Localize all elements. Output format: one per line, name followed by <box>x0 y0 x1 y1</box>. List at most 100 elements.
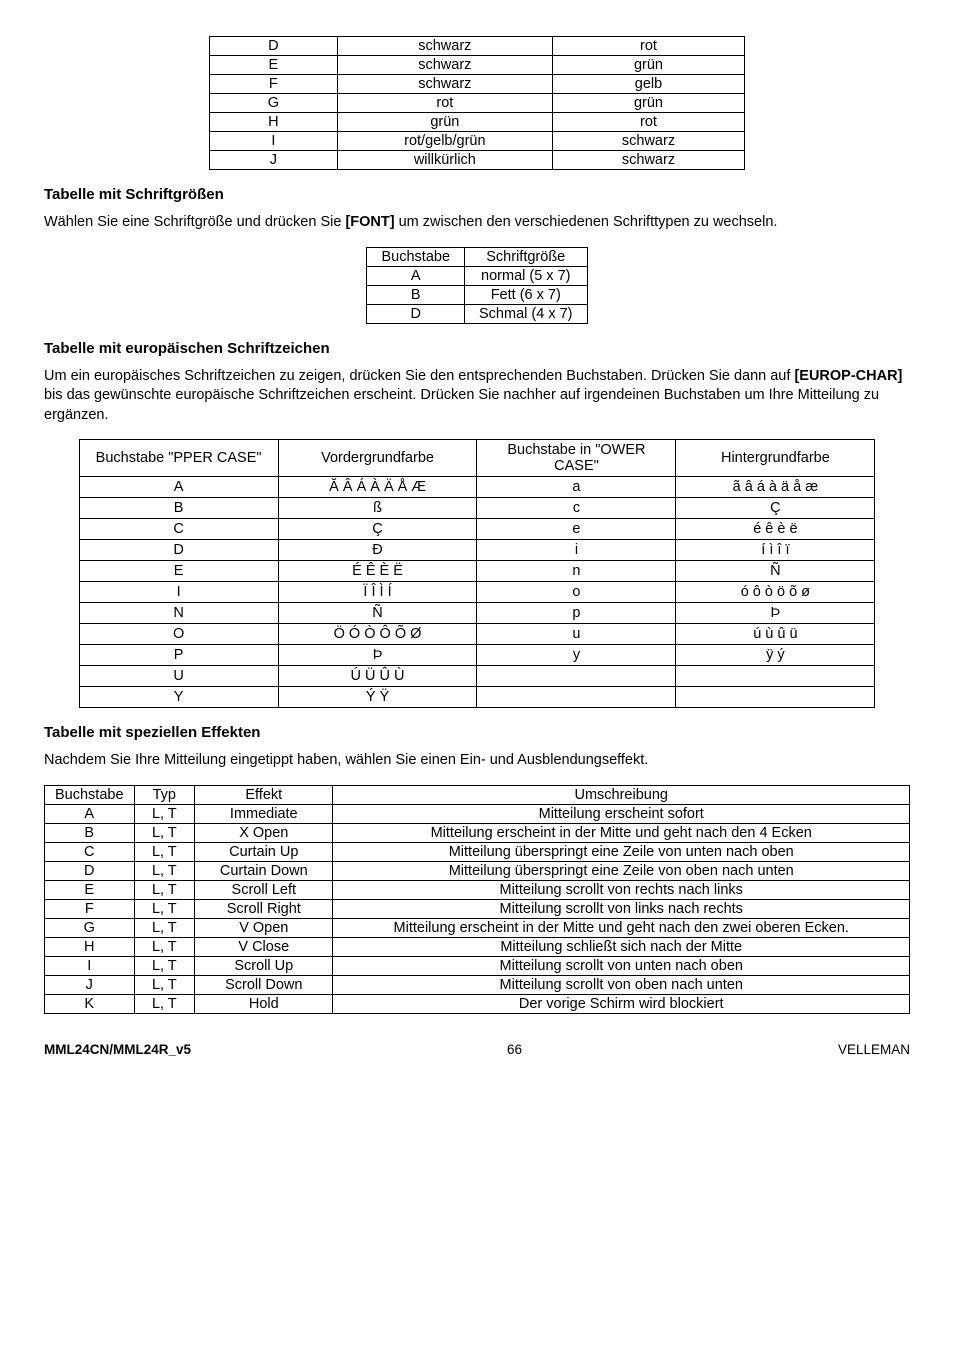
table-cell: Mitteilung erscheint in der Mitte und ge… <box>333 918 910 937</box>
table-cell: Hold <box>195 994 333 1013</box>
table-row: Dschwarzrot <box>209 37 745 56</box>
table-cell: y <box>477 645 676 666</box>
table-cell: Der vorige Schirm wird blockiert <box>333 994 910 1013</box>
table-row: CL, TCurtain UpMitteilung überspringt ei… <box>45 842 910 861</box>
table-cell: grün <box>552 94 745 113</box>
table-cell: Mitteilung scrollt von links nach rechts <box>333 899 910 918</box>
table-cell: n <box>477 561 676 582</box>
table-cell: schwarz <box>552 151 745 170</box>
table-cell: c <box>477 498 676 519</box>
table-cell: C <box>45 842 135 861</box>
table-row: GL, TV OpenMitteilung erscheint in der M… <box>45 918 910 937</box>
table-cell: schwarz <box>338 75 552 94</box>
table-row: DSchmal (4 x 7) <box>367 304 587 323</box>
table-cell: Ñ <box>278 603 477 624</box>
effects-table: BuchstabeTypEffektUmschreibungAL, TImmed… <box>44 785 910 1014</box>
table-cell: Ă Â Á À Ä Å Æ <box>278 477 477 498</box>
heading-effects: Tabelle mit speziellen Effekten <box>44 724 910 741</box>
table-cell: Scroll Left <box>195 880 333 899</box>
table-row: Hgrünrot <box>209 113 745 132</box>
table-row: YÝ Ÿ <box>79 687 875 708</box>
table-cell: A <box>367 266 465 285</box>
table-cell: Ú Ü Û Ù <box>278 666 477 687</box>
table-row: IÏ Î Ì Íoó ô ò ö õ ø <box>79 582 875 603</box>
table-cell: C <box>79 519 278 540</box>
paragraph-effects: Nachdem Sie Ihre Mitteilung eingetippt h… <box>44 751 910 771</box>
table-cell: Mitteilung erscheint sofort <box>333 804 910 823</box>
table-cell: V Close <box>195 937 333 956</box>
table-row: FL, TScroll RightMitteilung scrollt von … <box>45 899 910 918</box>
paragraph-european-chars: Um ein europäisches Schriftzeichen zu ze… <box>44 367 910 426</box>
table-cell: ÿ ý <box>676 645 875 666</box>
european-chars-table: Buchstabe "PPER CASE"VordergrundfarbeBuc… <box>79 439 876 708</box>
table-cell: Mitteilung scrollt von unten nach oben <box>333 956 910 975</box>
table-cell: L, T <box>134 804 195 823</box>
table-cell: L, T <box>134 842 195 861</box>
table-cell: Ç <box>278 519 477 540</box>
table-cell: D <box>367 304 465 323</box>
table-cell: Ý Ÿ <box>278 687 477 708</box>
table-cell: D <box>209 37 338 56</box>
heading-european-chars: Tabelle mit europäischen Schriftzeichen <box>44 340 910 357</box>
table-cell: G <box>45 918 135 937</box>
table-cell: grün <box>338 113 552 132</box>
table-cell: L, T <box>134 994 195 1013</box>
font-size-table: BuchstabeSchriftgrößeAnormal (5 x 7)BFet… <box>366 247 587 324</box>
table-cell: Y <box>79 687 278 708</box>
table-cell <box>477 666 676 687</box>
table-cell: ß <box>278 498 477 519</box>
table-cell: normal (5 x 7) <box>465 266 587 285</box>
table-cell: í ì î ï <box>676 540 875 561</box>
table-cell: F <box>209 75 338 94</box>
table-cell: Ï Î Ì Í <box>278 582 477 603</box>
table-cell: é ê è ë <box>676 519 875 540</box>
table-cell: Ö Ó Ò Ô Õ Ø <box>278 624 477 645</box>
table-row: KL, THoldDer vorige Schirm wird blockier… <box>45 994 910 1013</box>
table-cell: L, T <box>134 823 195 842</box>
table-row: BßcÇ <box>79 498 875 519</box>
table-row: DL, TCurtain DownMitteilung überspringt … <box>45 861 910 880</box>
footer-doc-id: MML24CN/MML24R_v5 <box>44 1042 191 1057</box>
table-cell: A <box>79 477 278 498</box>
table-row: Anormal (5 x 7) <box>367 266 587 285</box>
table-cell: ó ô ò ö õ ø <box>676 582 875 603</box>
table-cell: N <box>79 603 278 624</box>
table-row: Fschwarzgelb <box>209 75 745 94</box>
table-cell: gelb <box>552 75 745 94</box>
paragraph-font-sizes: Wählen Sie eine Schriftgröße und drücken… <box>44 213 910 233</box>
table-cell: e <box>477 519 676 540</box>
table-cell <box>676 687 875 708</box>
table-cell: I <box>209 132 338 151</box>
table-cell: I <box>45 956 135 975</box>
table-cell: A <box>45 804 135 823</box>
table-row: UÚ Ü Û Ù <box>79 666 875 687</box>
table-cell: O <box>79 624 278 645</box>
table-cell: Schmal (4 x 7) <box>465 304 587 323</box>
table-cell: É Ê È Ë <box>278 561 477 582</box>
table-row: DÐií ì î ï <box>79 540 875 561</box>
table-row: BL, TX OpenMitteilung erscheint in der M… <box>45 823 910 842</box>
table-cell: D <box>79 540 278 561</box>
table-row: OÖ Ó Ò Ô Õ Øuú ù û ü <box>79 624 875 645</box>
table-cell: Ç <box>676 498 875 519</box>
table-cell: ã â á à ä å æ <box>676 477 875 498</box>
table-cell: Fett (6 x 7) <box>465 285 587 304</box>
heading-font-sizes: Tabelle mit Schriftgrößen <box>44 186 910 203</box>
table-cell: Þ <box>278 645 477 666</box>
table-cell: X Open <box>195 823 333 842</box>
table-cell: Ð <box>278 540 477 561</box>
table-row: Grotgrün <box>209 94 745 113</box>
table-cell: Scroll Up <box>195 956 333 975</box>
table-row: CÇeé ê è ë <box>79 519 875 540</box>
table-cell: Scroll Right <box>195 899 333 918</box>
table-cell: B <box>79 498 278 519</box>
table-cell: L, T <box>134 937 195 956</box>
table-cell: E <box>209 56 338 75</box>
table-cell: Curtain Up <box>195 842 333 861</box>
table-cell: P <box>79 645 278 666</box>
table-cell: ú ù û ü <box>676 624 875 645</box>
page-footer: MML24CN/MML24R_v5 66 VELLEMAN <box>44 1042 910 1057</box>
table-cell: H <box>45 937 135 956</box>
table-cell: Mitteilung scrollt von rechts nach links <box>333 880 910 899</box>
table-row: JL, TScroll DownMitteilung scrollt von o… <box>45 975 910 994</box>
